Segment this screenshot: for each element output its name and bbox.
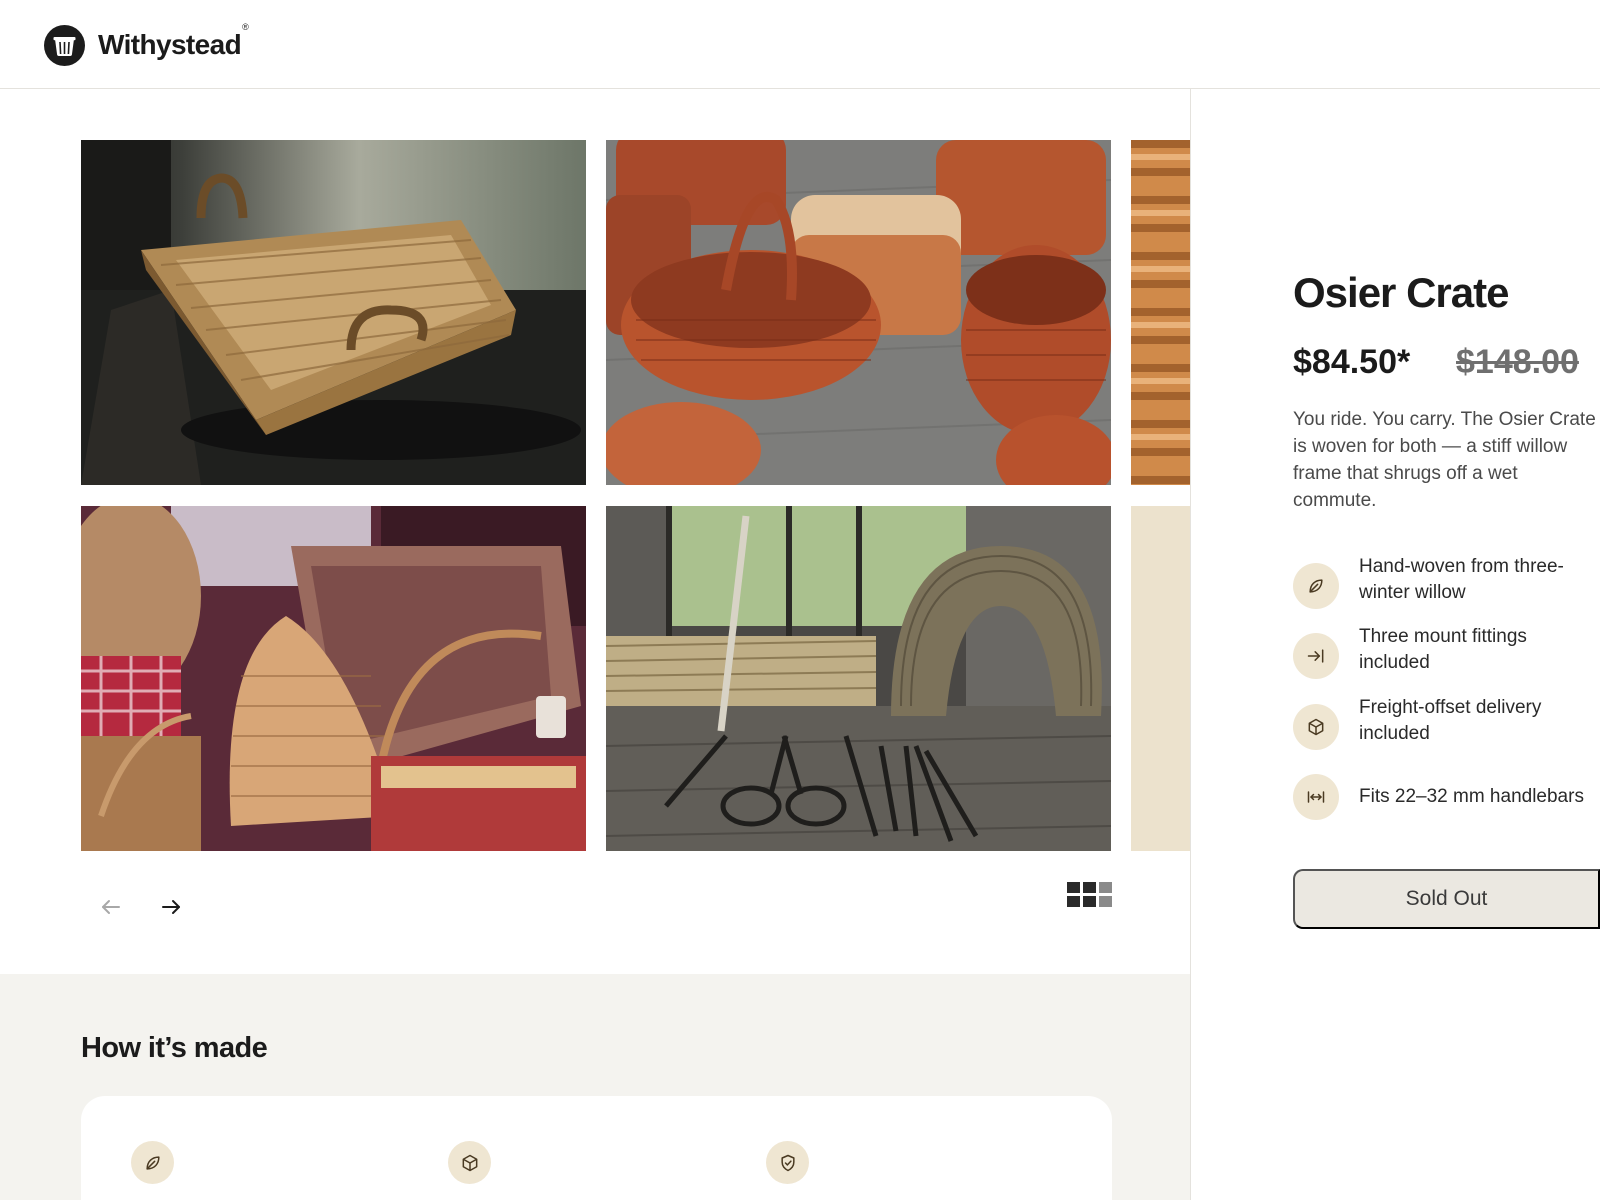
registered-mark: ® xyxy=(242,21,249,32)
feature-item-fittings: Three mount fittings included xyxy=(1293,626,1600,679)
product-title: Osier Crate xyxy=(1293,269,1509,316)
basket-logo-icon[interactable] xyxy=(44,25,85,66)
product-gallery: How it’s made xyxy=(0,89,1191,1200)
gallery-image-3[interactable] xyxy=(1131,140,1190,485)
feature-text-line1: Freight-offset delivery xyxy=(1359,697,1542,718)
shield-check-icon xyxy=(766,1141,809,1184)
feature-text-line2: winter willow xyxy=(1359,582,1466,603)
gallery-image-2[interactable] xyxy=(606,140,1111,485)
sold-out-button[interactable]: Sold Out xyxy=(1293,869,1600,929)
feature-text-line2: included xyxy=(1359,652,1430,673)
gallery-image-6[interactable] xyxy=(1131,506,1190,851)
box-icon xyxy=(1293,704,1339,750)
arrow-to-line-icon xyxy=(1293,633,1339,679)
feature-text-line1: Three mount fittings xyxy=(1359,626,1527,647)
brand-name[interactable]: Withystead® xyxy=(98,22,249,61)
how-its-made-card xyxy=(81,1096,1112,1200)
how-its-made-section: How it’s made xyxy=(0,974,1190,1200)
sold-out-label: Sold Out xyxy=(1405,887,1488,910)
feature-item-handlebars: Fits 22–32 mm handlebars xyxy=(1293,774,1600,820)
gallery-image-5[interactable] xyxy=(606,506,1111,851)
leaf-icon xyxy=(1293,563,1339,609)
gallery-image-4[interactable] xyxy=(81,506,586,851)
grid-view-icon[interactable] xyxy=(1067,882,1112,909)
feature-text-line1: Hand-woven from three- xyxy=(1359,556,1564,577)
gallery-image-1[interactable] xyxy=(81,140,586,485)
site-header: Withystead® xyxy=(0,0,1600,89)
product-info-panel: Osier Crate $84.50* $148.00 You ride. Yo… xyxy=(1192,89,1600,1200)
width-arrows-icon xyxy=(1293,774,1339,820)
product-description: You ride. You carry. The Osier Crate is … xyxy=(1293,409,1596,511)
product-price: $84.50* xyxy=(1293,343,1411,381)
feature-text-line2: included xyxy=(1359,723,1430,744)
box-icon xyxy=(448,1141,491,1184)
feature-item-willow: Hand-woven from three- winter willow xyxy=(1293,556,1600,609)
feature-item-delivery: Freight-offset delivery included xyxy=(1293,697,1600,750)
arrow-right-icon[interactable] xyxy=(153,889,189,925)
feature-text-line1: Fits 22–32 mm handlebars xyxy=(1359,786,1584,807)
compare-at-price: $148.00 xyxy=(1456,343,1579,381)
leaf-icon xyxy=(131,1141,174,1184)
how-its-made-title: How it’s made xyxy=(81,1032,268,1064)
arrow-left-icon[interactable] xyxy=(93,889,129,925)
